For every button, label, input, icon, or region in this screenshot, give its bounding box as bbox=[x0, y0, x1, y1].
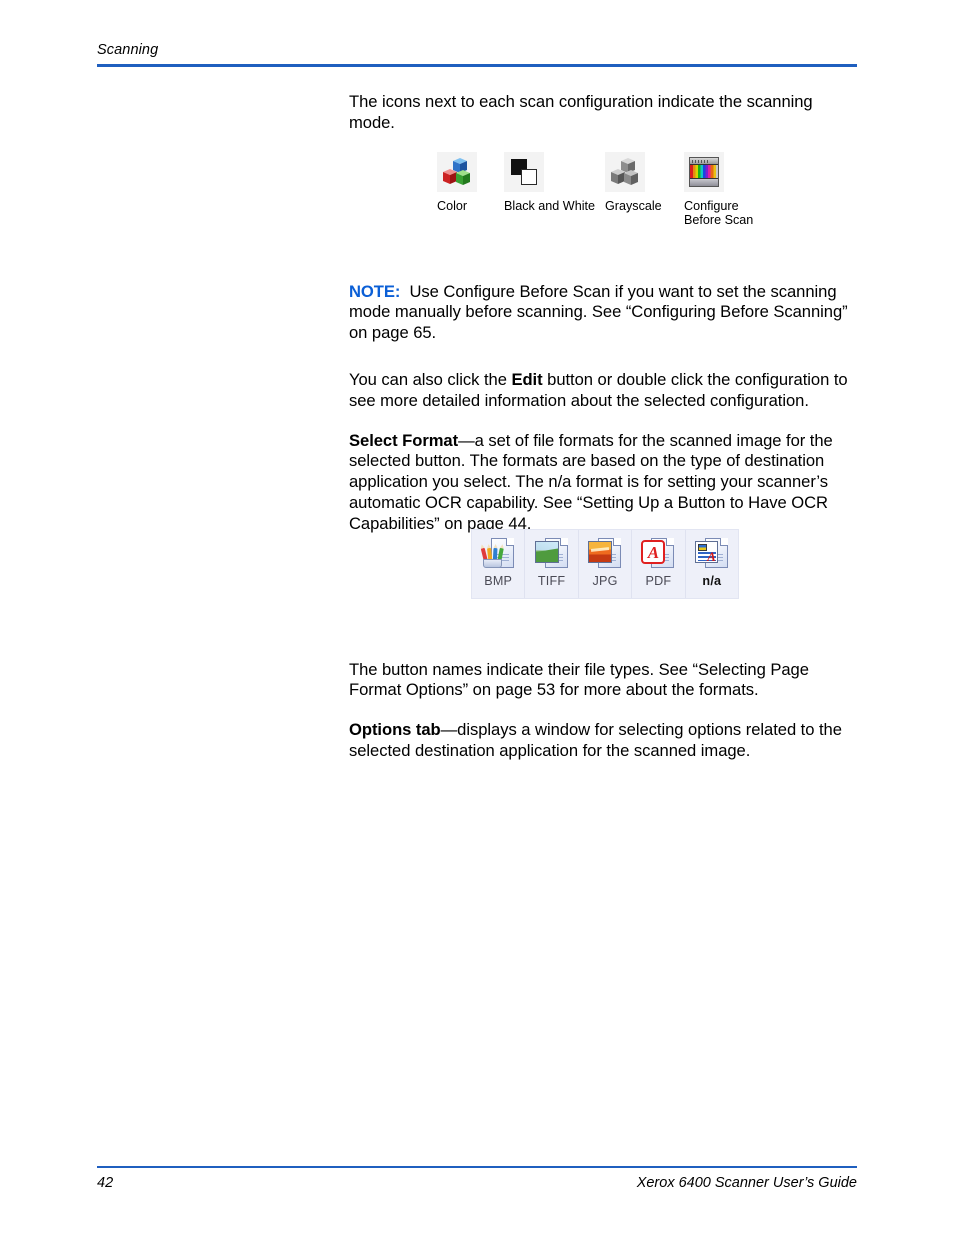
edit-paragraph-before: You can also click the bbox=[349, 369, 512, 389]
pencils-group bbox=[480, 543, 504, 568]
format-button-tiff-label: TIFF bbox=[537, 574, 566, 588]
grayscale-cubes-icon bbox=[605, 152, 645, 192]
sunset-photo-thumbnail bbox=[588, 541, 613, 563]
na-document-ocr-icon: A bbox=[694, 536, 730, 572]
scan-mode-black-and-white-label: Black and White bbox=[504, 199, 595, 213]
white-square-shape bbox=[521, 169, 537, 185]
format-button-pdf[interactable]: A PDF bbox=[632, 530, 686, 598]
edit-bold-term: Edit bbox=[511, 369, 543, 389]
scan-mode-grayscale: Grayscale bbox=[605, 152, 662, 214]
scan-mode-black-and-white: Black and White bbox=[504, 152, 595, 214]
footer-guide-title: Xerox 6400 Scanner User’s Guide bbox=[636, 1174, 857, 1191]
color-cubes-icon bbox=[437, 152, 477, 192]
bmp-document-pencils-icon bbox=[480, 536, 516, 572]
pdf-document-acrobat-icon: A bbox=[640, 536, 676, 572]
acrobat-a-glyph: A bbox=[647, 543, 660, 562]
select-format-bold-term: Select Format bbox=[349, 430, 459, 450]
header-chapter-title: Scanning bbox=[97, 42, 159, 58]
scan-mode-configure-before-scan: Configure Before Scan bbox=[684, 152, 753, 227]
footer-row: 42 Xerox 6400 Scanner User’s Guide bbox=[97, 1168, 857, 1191]
tiff-document-photo-icon bbox=[534, 536, 570, 572]
color-cubes-svg bbox=[443, 158, 470, 185]
scan-mode-icon-row: Color Black and White Grayscale Configur… bbox=[437, 152, 767, 232]
scan-mode-color-label: Color bbox=[437, 199, 468, 213]
configure-panel-titlebar bbox=[690, 158, 718, 165]
format-button-na-label: n/a bbox=[702, 574, 722, 588]
ocr-a-glyph: A bbox=[707, 549, 716, 563]
note-paragraph: NOTE: Use Configure Before Scan if you w… bbox=[349, 282, 857, 344]
black-and-white-squares-icon bbox=[504, 152, 544, 192]
format-button-jpg[interactable]: JPG bbox=[579, 530, 633, 598]
note-label: NOTE: bbox=[349, 281, 401, 301]
page-footer: 42 Xerox 6400 Scanner User’s Guide bbox=[97, 1166, 857, 1191]
scan-mode-grayscale-label: Grayscale bbox=[605, 199, 662, 213]
format-button-pdf-label: PDF bbox=[645, 574, 672, 588]
options-tab-bold-term: Options tab bbox=[349, 720, 441, 740]
format-button-bmp-label: BMP bbox=[484, 574, 513, 588]
format-button-na[interactable]: A n/a bbox=[686, 530, 738, 598]
ocr-thumbnail-shape: A bbox=[694, 541, 718, 563]
configure-panel-shape bbox=[689, 157, 719, 187]
running-header: Scanning bbox=[97, 42, 857, 67]
intro-paragraph: The icons next to each scan configuratio… bbox=[349, 92, 813, 132]
format-button-bmp[interactable]: BMP bbox=[472, 530, 526, 598]
grayscale-cubes-svg bbox=[611, 158, 638, 185]
note-text: Use Configure Before Scan if you want to… bbox=[349, 281, 848, 343]
acrobat-badge-shape: A bbox=[641, 540, 666, 564]
options-tab-paragraph: Options tab—displays a window for select… bbox=[349, 720, 857, 762]
format-button-jpg-label: JPG bbox=[592, 574, 618, 588]
scan-mode-configure-before-scan-label: Configure Before Scan bbox=[684, 199, 754, 227]
landscape-photo-thumbnail bbox=[534, 541, 559, 563]
format-names-paragraph: The button names indicate their file typ… bbox=[349, 659, 809, 700]
footer-page-number: 42 bbox=[97, 1174, 114, 1191]
document-page: Scanning The icons next to each scan con… bbox=[0, 0, 954, 1235]
edit-paragraph: You can also click the Edit button or do… bbox=[349, 370, 857, 412]
ocr-image-block bbox=[697, 544, 707, 551]
select-format-paragraph: Select Format—a set of file formats for … bbox=[349, 431, 857, 535]
jpg-document-photo-icon bbox=[587, 536, 623, 572]
configure-before-scan-icon bbox=[684, 152, 724, 192]
format-button-tiff[interactable]: TIFF bbox=[525, 530, 579, 598]
header-rule bbox=[97, 64, 857, 67]
file-format-toolbar[interactable]: BMP TIFF JPG A PDF A n/a bbox=[471, 529, 739, 599]
configure-color-bars bbox=[690, 165, 718, 179]
scan-mode-color: Color bbox=[437, 152, 477, 214]
pencil-cup bbox=[483, 559, 503, 568]
configure-panel-footer bbox=[690, 178, 718, 186]
